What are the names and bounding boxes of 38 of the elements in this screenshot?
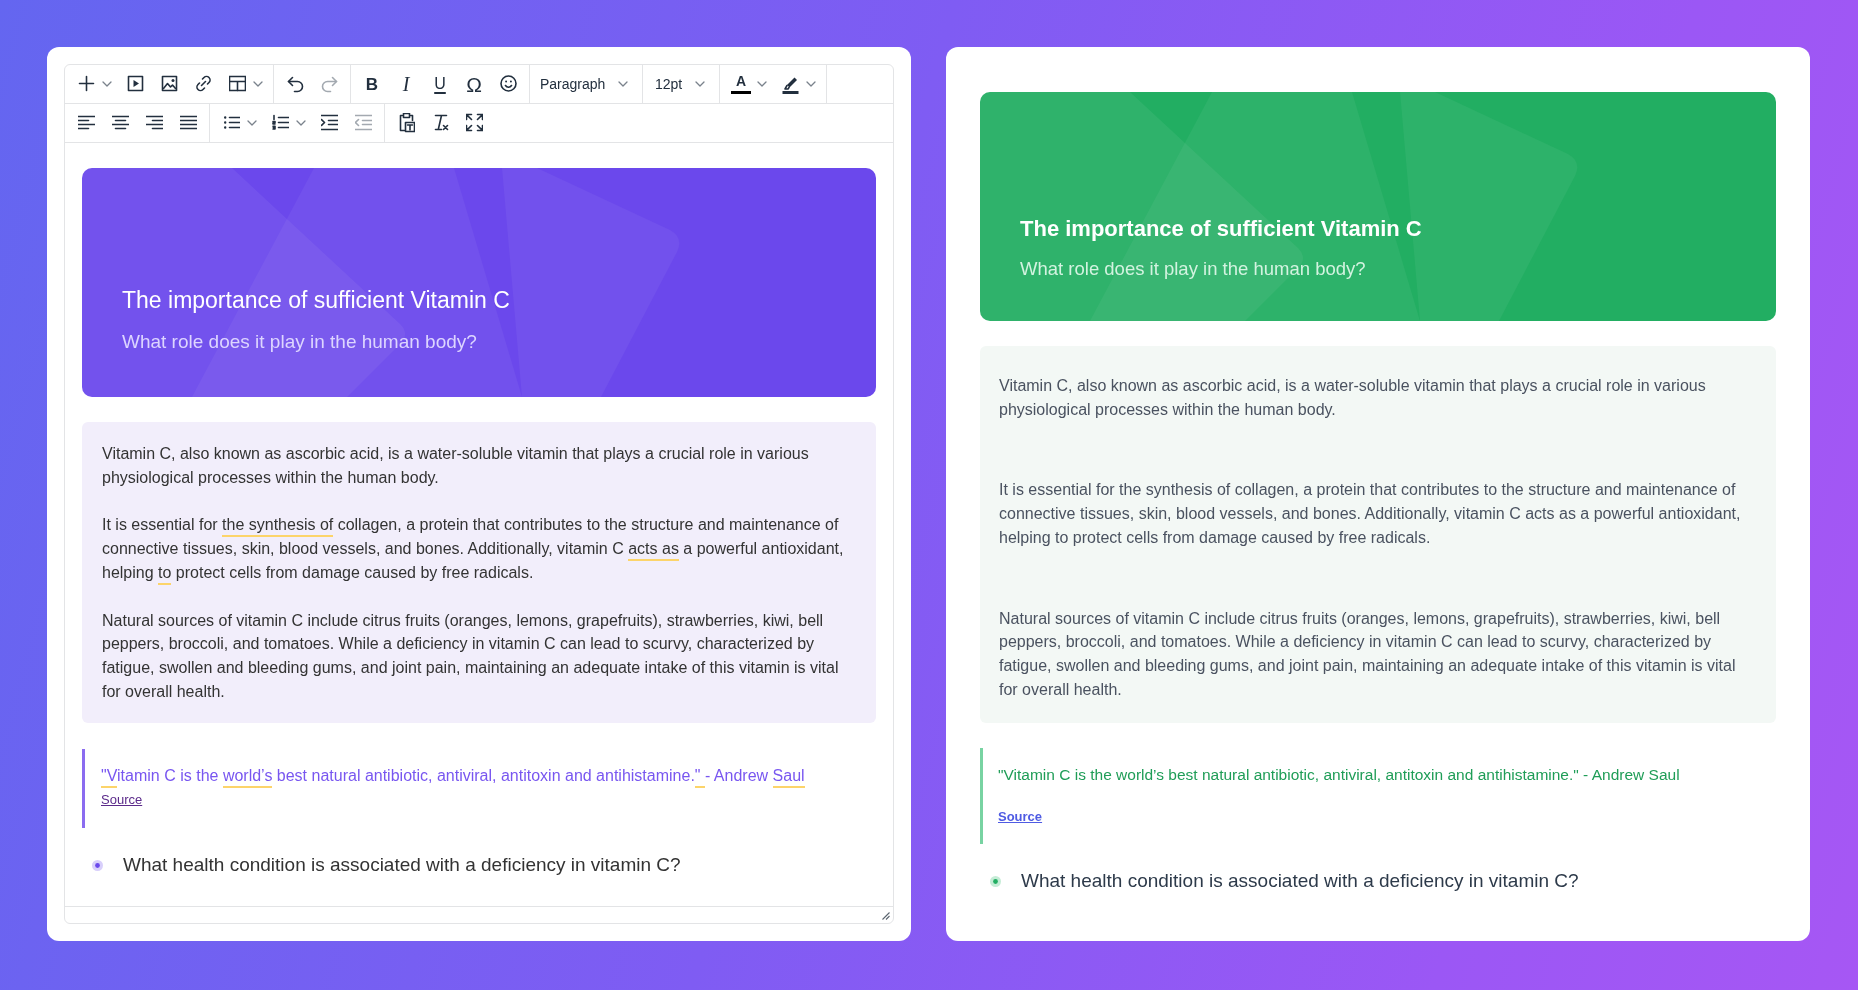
- paragraph: Vitamin C, also known as ascorbic acid, is a water-soluble vitamin that plays a crucial role in various physiological processes within the human body.: [999, 376, 1707, 420]
- hero-title: The importance of sufficient Vitamin C: [122, 286, 510, 314]
- bold-button[interactable]: B: [355, 67, 389, 101]
- bullet-icon: [92, 859, 103, 871]
- clipboard-icon: [397, 112, 415, 134]
- caret-icon: [247, 120, 257, 126]
- font-size-dropdown[interactable]: 12pt: [647, 67, 715, 101]
- color-bar-icon: [731, 91, 751, 94]
- paragraph: Natural sources of vitamin C include citrus fruits (oranges, lemons, grapefruits), strawberries, kiwi, bell peppers, broccoli, and tomatoes. While a deficiency in vitamin C can lead to scurvy, characterized by fatigue, swollen and bleeding gums, and joint pain, maintaining an adequate intake of this vitamin is vital for overall health.: [102, 610, 840, 702]
- hero-subtitle: What role does it play in the human body?: [122, 330, 477, 354]
- caret-icon: [757, 81, 767, 87]
- quote-text: "Vitamin C is the world’s best natural antibiotic, antiviral, antitoxin and antihistamine." - Andrew Saul: [998, 765, 1680, 786]
- paragraph: Natural sources of vitamin C include citrus fruits (oranges, lemons, grapefruits), strawberries, kiwi, bell peppers, broccoli, and tomatoes. While a deficiency in vitamin C can lead to scurvy, characterized by fatigue, swollen and bleeding gums, and joint pain, maintaining an adequate intake of this vitamin is vital for overall health.: [999, 608, 1737, 700]
- caret-icon: [296, 120, 306, 126]
- caret-icon: [618, 81, 628, 87]
- italic-button[interactable]: I: [389, 67, 423, 101]
- special-character-button[interactable]: Ω: [457, 67, 491, 101]
- block-format-dropdown[interactable]: Paragraph: [534, 67, 638, 101]
- question-text: What health condition is associated with a deficiency in vitamin C?: [123, 853, 681, 878]
- hero-title: The importance of sufficient Vitamin C: [1020, 215, 1422, 243]
- caret-icon: [253, 81, 263, 87]
- source-link[interactable]: Source: [998, 808, 1043, 827]
- resize-handle-icon[interactable]: [882, 912, 890, 920]
- caret-icon: [695, 81, 705, 87]
- hero-subtitle: What role does it play in the human body?: [1020, 257, 1366, 281]
- smiley-icon: [499, 73, 517, 95]
- paragraph: It is essential for the synthesis of collagen, a protein that contributes to the structure and maintenance of connective tissues, skin, blood vessels, and bones. Additionally, vitamin C acts as a powerful antioxidant, helping to protect cells from damage caused by free radicals.: [999, 480, 1742, 548]
- paragraph: Vitamin C, also known as ascorbic acid, is a water-soluble vitamin that plays a crucial role in various physiological processes within the human body.: [102, 444, 810, 488]
- source-link[interactable]: Source: [101, 791, 143, 810]
- text-color-button[interactable]: A: [724, 67, 773, 101]
- caret-icon: [806, 81, 816, 87]
- underline-button[interactable]: U: [423, 67, 457, 101]
- paragraph: It is essential for the synthesis of collagen, a protein that contributes to the structure and maintenance of connective tissues, skin, blood vessels, and bones. Additionally, vitamin C acts as a powerful antioxidant, helping to protect cells from damage caused by free radicals.: [102, 513, 856, 585]
- fullscreen-icon: [465, 112, 483, 134]
- bullet-icon: [990, 875, 1001, 887]
- caret-icon: [102, 81, 112, 87]
- quote-text: "Vitamin C is the world’s best natural antibiotic, antiviral, antitoxin and antihistamine." - Andrew Saul: [101, 764, 805, 789]
- question-text: What health condition is associated with a deficiency in vitamin C?: [1021, 869, 1579, 894]
